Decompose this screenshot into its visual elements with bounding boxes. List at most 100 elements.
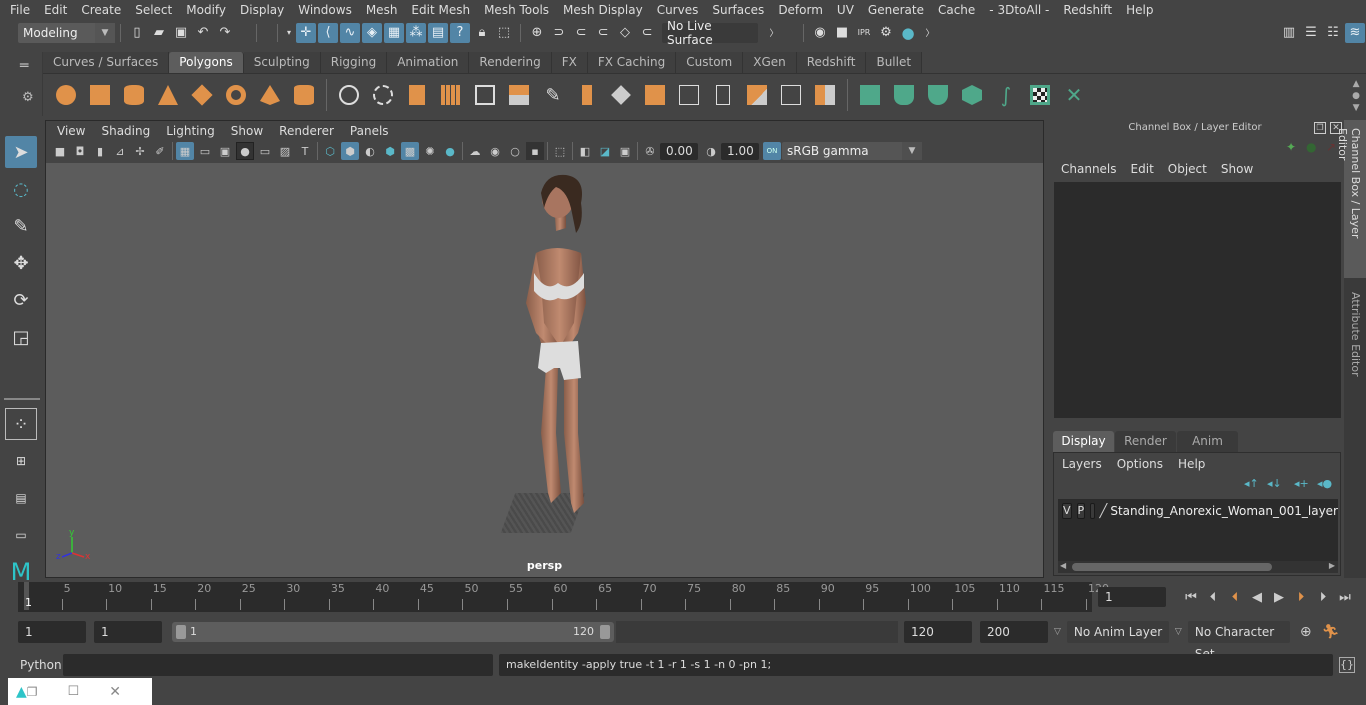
exposure-icon[interactable]: ✇	[641, 142, 659, 160]
viewport-menu-renderer[interactable]: Renderer	[271, 124, 342, 138]
start-time-field[interactable]: 1	[18, 621, 86, 643]
end-time-field[interactable]: 200	[980, 621, 1048, 643]
reduce-icon[interactable]	[505, 81, 533, 109]
screen-space-ao-icon[interactable]: ☁	[466, 142, 484, 160]
select-surfaces-icon[interactable]: ◈	[362, 22, 382, 43]
chevron-down-icon[interactable]: ▽	[1175, 627, 1182, 637]
side-tab-attribute-editor[interactable]: Attribute Editor	[1344, 284, 1366, 385]
xray-joints-icon[interactable]: ◧	[576, 142, 594, 160]
viewport-menu-view[interactable]: View	[49, 124, 93, 138]
fill-hole-icon[interactable]	[811, 81, 839, 109]
float-panel-icon[interactable]: ❐	[1314, 122, 1326, 134]
layer-color-icon[interactable]: ╱	[1100, 504, 1108, 519]
menu-surfaces[interactable]: Surfaces	[705, 3, 771, 17]
persp-graph-layout-icon[interactable]: ▭	[5, 519, 37, 551]
select-by-hierarchy-icon[interactable]: ✛	[296, 22, 316, 43]
open-scene-icon[interactable]: ▰	[149, 23, 169, 43]
range-end-handle[interactable]	[600, 625, 610, 639]
wireframe-icon[interactable]: ⬡	[321, 142, 339, 160]
menu-select[interactable]: Select	[128, 3, 179, 17]
isolate-select-icon[interactable]: ⬚	[551, 142, 569, 160]
tool-settings-icon[interactable]: ☷	[1323, 23, 1343, 43]
channel-box-toggle-icon[interactable]: ≋	[1345, 22, 1365, 43]
menu-cache[interactable]: Cache	[931, 3, 982, 17]
snap-grid-icon[interactable]: ⊕	[527, 23, 547, 43]
move-layer-up-icon[interactable]: ◂↑	[1244, 477, 1259, 490]
select-curves-icon[interactable]: ∿	[340, 22, 360, 43]
menu-3dtoall[interactable]: - 3DtoAll -	[982, 3, 1056, 17]
extrude-icon[interactable]	[573, 81, 601, 109]
bevel-cube-icon[interactable]	[471, 81, 499, 109]
poly-torus-icon[interactable]	[222, 81, 250, 109]
shelf-tab-rigging[interactable]: Rigging	[320, 52, 388, 73]
poly-sphere-icon[interactable]	[52, 81, 80, 109]
bookmark-icon[interactable]: ▮	[91, 142, 109, 160]
grease-pencil-icon[interactable]: ✐	[151, 142, 169, 160]
select-tool-icon[interactable]: ➤	[5, 136, 37, 168]
planar-mapping-icon[interactable]	[856, 81, 884, 109]
shelf-tab-redshift[interactable]: Redshift	[796, 52, 867, 73]
manipulator-icon[interactable]: ✦	[1286, 140, 1296, 154]
chevron-down-icon[interactable]: ▾	[284, 23, 294, 43]
poly-pipe-icon[interactable]	[290, 81, 318, 109]
select-deformations-icon[interactable]: ▦	[384, 22, 404, 43]
scroll-left-icon[interactable]: ◀	[1060, 561, 1066, 570]
collapse-icon[interactable]	[777, 81, 805, 109]
multi-cut-icon[interactable]: ✎	[539, 81, 567, 109]
textured-icon[interactable]: ▩	[401, 142, 419, 160]
gate-mask-icon[interactable]: ●	[236, 142, 254, 160]
tab-display[interactable]: Display	[1053, 431, 1114, 452]
2d-pan-zoom-icon[interactable]: ✢	[131, 142, 149, 160]
character-set-dropdown[interactable]: No Character Set	[1187, 621, 1290, 661]
shelf-tab-fx-caching[interactable]: FX Caching	[587, 52, 677, 73]
new-scene-icon[interactable]: ▯	[127, 23, 147, 43]
shelf-tab-animation[interactable]: Animation	[387, 52, 470, 73]
spherical-mapping-icon[interactable]	[924, 81, 952, 109]
select-misc-icon[interactable]: ?	[450, 22, 470, 43]
scroll-right-icon[interactable]: ▶	[1329, 561, 1335, 570]
play-forwards-icon[interactable]: ▶	[1268, 587, 1290, 607]
poly-cone-icon[interactable]	[154, 81, 182, 109]
current-frame-field[interactable]: 1	[1098, 587, 1166, 607]
horizontal-scrollbar[interactable]: ◀ ▶	[1058, 561, 1338, 573]
safe-action-icon[interactable]: ▨	[276, 142, 294, 160]
menu-display[interactable]: Display	[233, 3, 291, 17]
undo-icon[interactable]: ↶	[193, 23, 213, 43]
object-menu[interactable]: Object	[1161, 162, 1214, 176]
scroll-thumb[interactable]	[1072, 563, 1272, 571]
four-view-layout-icon[interactable]: ⊞	[5, 445, 37, 477]
script-editor-icon[interactable]: {}	[1339, 657, 1355, 673]
outliner-persp-layout-icon[interactable]: ▤	[5, 482, 37, 514]
xray-icon[interactable]: ⬢	[381, 142, 399, 160]
poly-cube-icon[interactable]	[86, 81, 114, 109]
layer-playback-toggle[interactable]: P	[1076, 503, 1086, 519]
redo-icon[interactable]: ↷	[215, 23, 235, 43]
automatic-mapping-icon[interactable]	[958, 81, 986, 109]
animation-preferences-icon[interactable]: 🏃︎	[1322, 624, 1340, 640]
exposure-field[interactable]: 0.00	[660, 142, 698, 160]
shelf-scroll[interactable]: ▲ ● ▼	[1352, 78, 1360, 114]
ipr-render-icon[interactable]: IPR	[854, 23, 874, 43]
shelf-tab-custom[interactable]: Custom	[676, 52, 744, 73]
options-menu[interactable]: Options	[1117, 457, 1170, 471]
use-all-lights-icon[interactable]: ✺	[421, 142, 439, 160]
channels-menu[interactable]: Channels	[1054, 162, 1124, 176]
help-menu[interactable]: Help	[1178, 457, 1212, 471]
menu-mesh[interactable]: Mesh	[359, 3, 405, 17]
anti-aliasing-icon[interactable]: ○	[506, 142, 524, 160]
unfold-icon[interactable]: ✕	[1060, 81, 1088, 109]
shelf-tab-curves-surfaces[interactable]: Curves / Surfaces	[43, 52, 170, 73]
xray-active-icon[interactable]: ◪	[596, 142, 614, 160]
render-settings-icon[interactable]: ⚙	[876, 23, 896, 43]
layer-name[interactable]: Standing_Anorexic_Woman_001_layer	[1110, 504, 1338, 518]
chevron-down-icon[interactable]: ▽	[1054, 627, 1061, 637]
menu-help[interactable]: Help	[1119, 3, 1160, 17]
shelf-tab-polygons[interactable]: Polygons	[169, 52, 244, 73]
highlight-select-icon[interactable]: ⬚	[494, 23, 514, 43]
move-tool-icon[interactable]: ✥	[5, 247, 37, 279]
snap-view-plane-icon[interactable]: ⊂	[593, 23, 613, 43]
separate-icon[interactable]	[369, 81, 397, 109]
depth-of-field-icon[interactable]: ▪	[526, 142, 544, 160]
single-perspective-layout-icon[interactable]: ⁘	[5, 408, 37, 440]
play-backwards-icon[interactable]: ◀	[1246, 587, 1268, 607]
